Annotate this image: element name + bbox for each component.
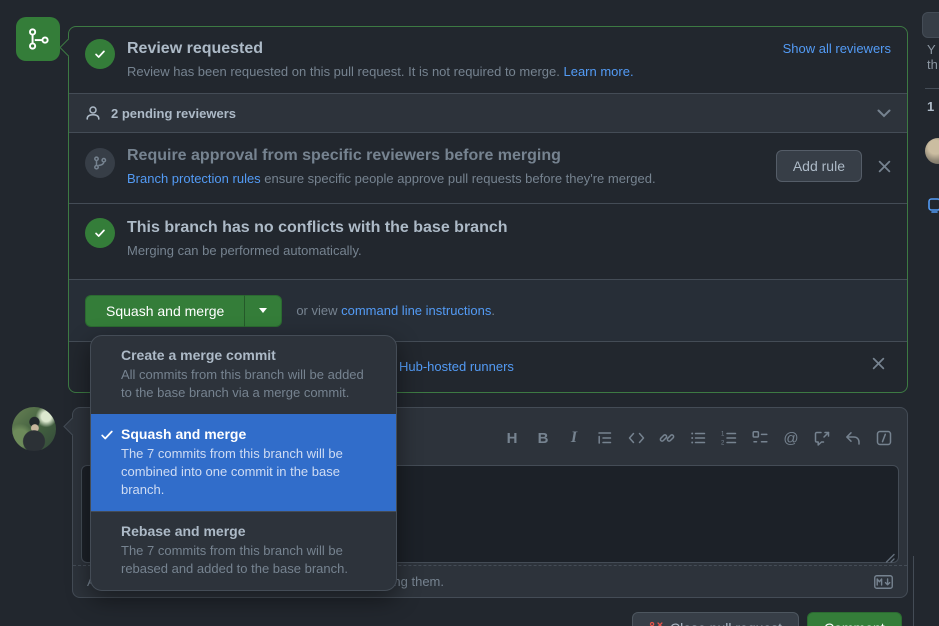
no-conflicts-description: Merging can be performed automatically.	[127, 243, 891, 258]
menu-item-rebase-and-merge[interactable]: Rebase and merge The 7 commits from this…	[91, 511, 396, 590]
link-icon[interactable]	[654, 425, 680, 451]
merge-options-caret-button[interactable]	[244, 295, 282, 327]
branch-protection-title: Require approval from specific reviewers…	[127, 146, 764, 166]
sidebar-text-fragment: Y	[927, 42, 936, 57]
sidebar-edge-divider	[913, 556, 914, 626]
unordered-list-icon[interactable]	[685, 425, 711, 451]
svg-text:2: 2	[721, 440, 725, 446]
reply-icon[interactable]	[840, 425, 866, 451]
sidebar-blue-icon	[928, 198, 939, 213]
dismiss-runners-icon[interactable]	[872, 357, 885, 370]
cross-reference-icon[interactable]	[809, 425, 835, 451]
squash-and-merge-button[interactable]: Squash and merge	[85, 295, 244, 327]
no-conflicts-title: This branch has no conflicts with the ba…	[127, 218, 891, 238]
sidebar-button-fragment[interactable]	[922, 12, 939, 38]
user-avatar	[12, 407, 56, 451]
check-icon	[100, 428, 114, 442]
check-circle-icon	[85, 39, 115, 69]
italic-icon[interactable]: I	[561, 425, 587, 451]
command-line-instructions-link[interactable]: command line instructions	[341, 303, 491, 318]
hosted-runners-link[interactable]: Hub-hosted runners	[399, 359, 514, 374]
person-icon	[85, 105, 101, 121]
branch-protection-section: Require approval from specific reviewers…	[69, 133, 907, 203]
merge-actions-bar: Squash and merge or view command line in…	[69, 279, 907, 341]
slash-command-icon[interactable]	[871, 425, 897, 451]
sidebar-text-fragment: th	[927, 57, 938, 72]
resize-grip-icon[interactable]	[884, 552, 895, 563]
dismiss-protection-icon[interactable]	[878, 160, 891, 173]
quote-icon[interactable]	[592, 425, 618, 451]
branch-protection-rules-link[interactable]: Branch protection rules	[127, 171, 261, 186]
svg-text:1: 1	[721, 432, 725, 438]
git-branch-icon	[85, 148, 115, 178]
task-list-icon[interactable]	[747, 425, 773, 451]
sidebar-avatar[interactable]	[925, 138, 939, 164]
menu-item-squash-and-merge[interactable]: Squash and merge The 7 commits from this…	[91, 414, 396, 511]
add-rule-button[interactable]: Add rule	[776, 150, 862, 182]
sidebar-divider	[925, 88, 939, 89]
review-requested-title: Review requested	[127, 39, 263, 59]
merge-badge	[16, 17, 60, 61]
sidebar-count-fragment: 1	[927, 99, 934, 114]
review-requested-description: Review has been requested on this pull r…	[127, 64, 891, 79]
caret-down-icon	[259, 308, 267, 313]
learn-more-link[interactable]: Learn more.	[563, 64, 633, 79]
chevron-down-icon[interactable]	[877, 109, 891, 118]
markdown-icon	[874, 575, 893, 589]
code-icon[interactable]	[623, 425, 649, 451]
show-all-reviewers-link[interactable]: Show all reviewers	[783, 39, 891, 56]
pull-request-closed-icon	[649, 621, 663, 626]
ordered-list-icon[interactable]: 12	[716, 425, 742, 451]
close-pull-request-button[interactable]: Close pull request	[632, 612, 799, 626]
no-conflicts-section: This branch has no conflicts with the ba…	[69, 203, 907, 279]
comment-button[interactable]: Comment	[807, 612, 902, 626]
pending-reviewers-label: 2 pending reviewers	[111, 106, 236, 121]
menu-item-create-merge-commit[interactable]: Create a merge commit All commits from t…	[91, 336, 396, 414]
git-merge-icon	[25, 26, 51, 52]
branch-protection-description: Branch protection rules ensure specific …	[127, 171, 764, 186]
review-requested-section: Review requested Show all reviewers Revi…	[69, 27, 907, 93]
check-circle-icon	[85, 218, 115, 248]
merge-method-dropdown: Create a merge commit All commits from t…	[90, 335, 397, 591]
heading-icon[interactable]: H	[499, 425, 525, 451]
bold-icon[interactable]: B	[530, 425, 556, 451]
pending-reviewers-row[interactable]: 2 pending reviewers	[69, 93, 907, 133]
cli-instructions-text: or view command line instructions.	[296, 303, 495, 318]
mention-icon[interactable]: @	[778, 425, 804, 451]
